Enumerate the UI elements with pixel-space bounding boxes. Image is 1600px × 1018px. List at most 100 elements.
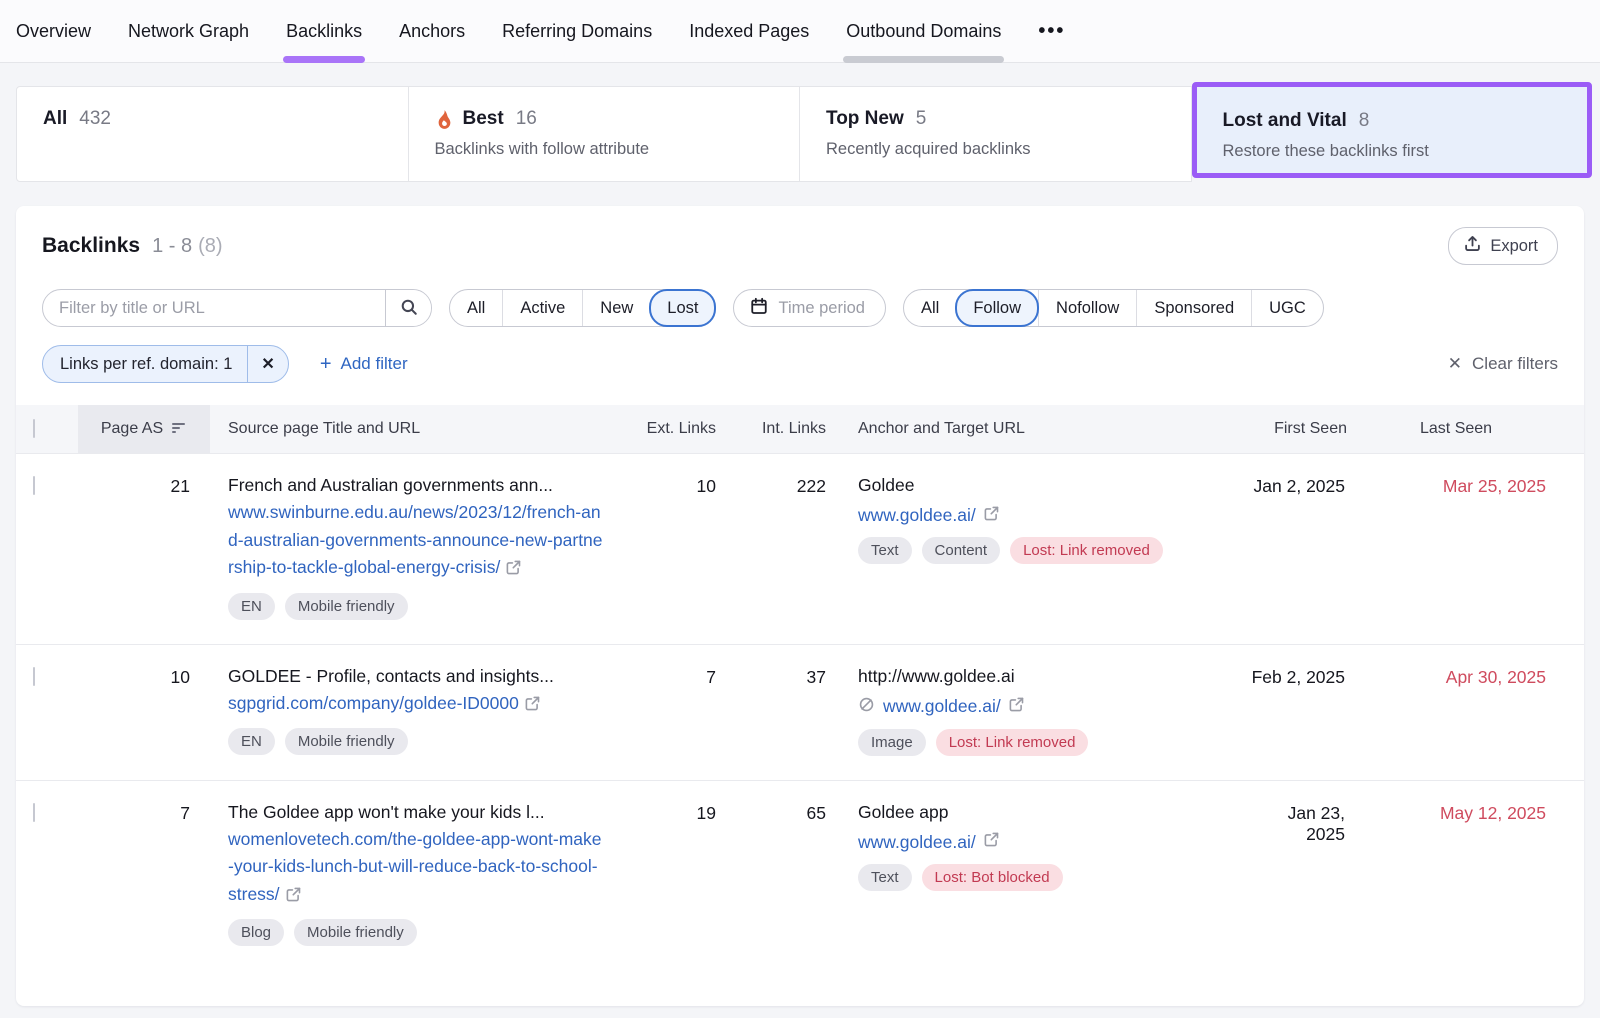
table-row: 10 GOLDEE - Profile, contacts and insigh… bbox=[16, 644, 1584, 780]
follow-segmented-control: All Follow Nofollow Sponsored UGC bbox=[903, 289, 1324, 327]
applied-filters-bar: Links per ref. domain: 1 ✕ + Add filter … bbox=[16, 327, 1584, 383]
anchor-type-tag: Content bbox=[922, 537, 1001, 564]
page-as-value: 7 bbox=[78, 802, 210, 947]
table-row: 21 French and Australian governments ann… bbox=[16, 453, 1584, 644]
result-range: 1 - 8 bbox=[152, 235, 192, 258]
close-icon: ✕ bbox=[1448, 354, 1462, 374]
ext-links-value: 7 bbox=[620, 666, 730, 756]
card-best-subtitle: Backlinks with follow attribute bbox=[435, 140, 800, 159]
follow-follow-button[interactable]: Follow bbox=[955, 289, 1039, 327]
card-best[interactable]: Best 16 Backlinks with follow attribute bbox=[409, 86, 801, 182]
tab-referring-domains[interactable]: Referring Domains bbox=[502, 0, 652, 63]
card-all[interactable]: All 432 bbox=[16, 86, 409, 182]
external-link-icon bbox=[525, 696, 540, 711]
card-top-new-subtitle: Recently acquired backlinks bbox=[826, 140, 1191, 159]
card-top-new-count: 5 bbox=[916, 108, 927, 130]
card-all-count: 432 bbox=[79, 108, 111, 130]
anchor-type-tag: Image bbox=[858, 729, 926, 756]
target-url-link[interactable]: www.goldee.ai/ bbox=[858, 832, 976, 853]
follow-nofollow-button[interactable]: Nofollow bbox=[1038, 290, 1136, 326]
table-row: 7 The Goldee app won't make your kids l.… bbox=[16, 780, 1584, 971]
tab-anchors[interactable]: Anchors bbox=[399, 0, 465, 63]
column-header-last-seen: Last Seen bbox=[1395, 420, 1584, 438]
page-as-value: 21 bbox=[78, 475, 210, 620]
first-seen-date: Jan 23, 2025 bbox=[1250, 802, 1395, 947]
time-period-button[interactable]: Time period bbox=[733, 289, 886, 327]
lost-status-badge: Lost: Link removed bbox=[936, 729, 1089, 756]
last-seen-date: May 12, 2025 bbox=[1395, 802, 1584, 947]
add-filter-button[interactable]: + Add filter bbox=[320, 353, 408, 376]
ext-links-value: 19 bbox=[620, 802, 730, 947]
tab-overview[interactable]: Overview bbox=[16, 0, 91, 63]
select-all-checkbox[interactable] bbox=[33, 419, 35, 438]
anchor-text: Goldee app bbox=[858, 802, 1250, 823]
card-top-new[interactable]: Top New 5 Recently acquired backlinks bbox=[800, 86, 1192, 182]
search-icon bbox=[400, 298, 418, 319]
tab-outbound-domains[interactable]: Outbound Domains bbox=[846, 0, 1001, 63]
status-all-button[interactable]: All bbox=[450, 290, 502, 326]
anchor-text: Goldee bbox=[858, 475, 1250, 496]
external-link-icon bbox=[984, 506, 999, 526]
tab-network-graph[interactable]: Network Graph bbox=[128, 0, 249, 63]
source-tag: EN bbox=[228, 728, 275, 755]
follow-ugc-button[interactable]: UGC bbox=[1251, 290, 1323, 326]
tab-backlinks[interactable]: Backlinks bbox=[286, 0, 362, 63]
filter-chip-links-per-domain: Links per ref. domain: 1 ✕ bbox=[42, 345, 289, 383]
search-button[interactable] bbox=[385, 290, 431, 326]
clear-filters-button[interactable]: ✕ Clear filters bbox=[1448, 354, 1558, 374]
row-checkbox[interactable] bbox=[33, 667, 35, 686]
anchor-type-tag: Text bbox=[858, 864, 912, 891]
int-links-value: 37 bbox=[730, 666, 840, 756]
plus-icon: + bbox=[320, 353, 332, 376]
external-link-icon bbox=[1009, 697, 1024, 717]
source-title: GOLDEE - Profile, contacts and insights.… bbox=[228, 666, 606, 687]
active-tab-underline bbox=[283, 56, 365, 63]
column-header-anchor: Anchor and Target URL bbox=[840, 420, 1250, 438]
last-seen-date: Apr 30, 2025 bbox=[1395, 666, 1584, 756]
export-icon bbox=[1464, 235, 1481, 257]
row-checkbox[interactable] bbox=[33, 803, 35, 822]
card-lost-vital-count: 8 bbox=[1359, 110, 1370, 132]
external-link-icon bbox=[984, 832, 999, 852]
last-seen-date: Mar 25, 2025 bbox=[1395, 475, 1584, 620]
follow-sponsored-button[interactable]: Sponsored bbox=[1136, 290, 1251, 326]
status-new-button[interactable]: New bbox=[582, 290, 650, 326]
source-url-link[interactable]: sgpgrid.com/company/goldee-ID0000 bbox=[228, 690, 606, 718]
column-header-first-seen: First Seen bbox=[1250, 420, 1395, 438]
export-button[interactable]: Export bbox=[1448, 227, 1558, 265]
status-lost-button[interactable]: Lost bbox=[649, 289, 716, 327]
source-tag: EN bbox=[228, 593, 275, 620]
first-seen-date: Jan 2, 2025 bbox=[1250, 475, 1395, 620]
follow-all-button[interactable]: All bbox=[904, 290, 956, 326]
int-links-value: 222 bbox=[730, 475, 840, 620]
flame-icon bbox=[435, 109, 454, 130]
source-url-link[interactable]: womenlovetech.com/the-goldee-app-wont-ma… bbox=[228, 826, 606, 909]
more-tabs-icon[interactable]: ••• bbox=[1038, 20, 1065, 43]
card-best-count: 16 bbox=[516, 108, 537, 130]
source-tag: Blog bbox=[228, 919, 284, 946]
card-lost-vital-subtitle: Restore these backlinks first bbox=[1223, 142, 1588, 161]
result-total: (8) bbox=[198, 235, 222, 258]
backlinks-panel: Backlinks 1 - 8 (8) Export All Active Ne… bbox=[16, 206, 1584, 1006]
panel-header: Backlinks 1 - 8 (8) Export bbox=[16, 206, 1584, 283]
backlink-summary-cards: All 432 Best 16 Backlinks with follow at… bbox=[16, 86, 1584, 182]
column-header-ext-links: Ext. Links bbox=[620, 420, 730, 438]
target-url-link[interactable]: www.goldee.ai/ bbox=[858, 505, 976, 526]
source-url-link[interactable]: www.swinburne.edu.au/news/2023/12/french… bbox=[228, 499, 606, 582]
blocked-image-icon bbox=[858, 696, 875, 718]
tab-indexed-pages[interactable]: Indexed Pages bbox=[689, 0, 809, 63]
filter-chip-label: Links per ref. domain: 1 bbox=[43, 355, 247, 374]
card-lost-and-vital[interactable]: Lost and Vital 8 Restore these backlinks… bbox=[1192, 82, 1593, 178]
row-checkbox[interactable] bbox=[33, 476, 35, 495]
source-title: French and Australian governments ann... bbox=[228, 475, 606, 496]
target-url-link[interactable]: www.goldee.ai/ bbox=[883, 696, 1001, 717]
status-active-button[interactable]: Active bbox=[502, 290, 582, 326]
lost-status-badge: Lost: Link removed bbox=[1010, 537, 1163, 564]
external-link-icon bbox=[286, 887, 301, 902]
backlinks-table: Page AS Source page Title and URL Ext. L… bbox=[16, 405, 1584, 970]
search-input[interactable] bbox=[43, 290, 385, 326]
sort-icon bbox=[172, 420, 187, 438]
column-header-page-as[interactable]: Page AS bbox=[78, 405, 210, 453]
report-tabs-bar: Overview Network Graph Backlinks Anchors… bbox=[0, 0, 1600, 63]
remove-filter-icon[interactable]: ✕ bbox=[247, 345, 287, 383]
